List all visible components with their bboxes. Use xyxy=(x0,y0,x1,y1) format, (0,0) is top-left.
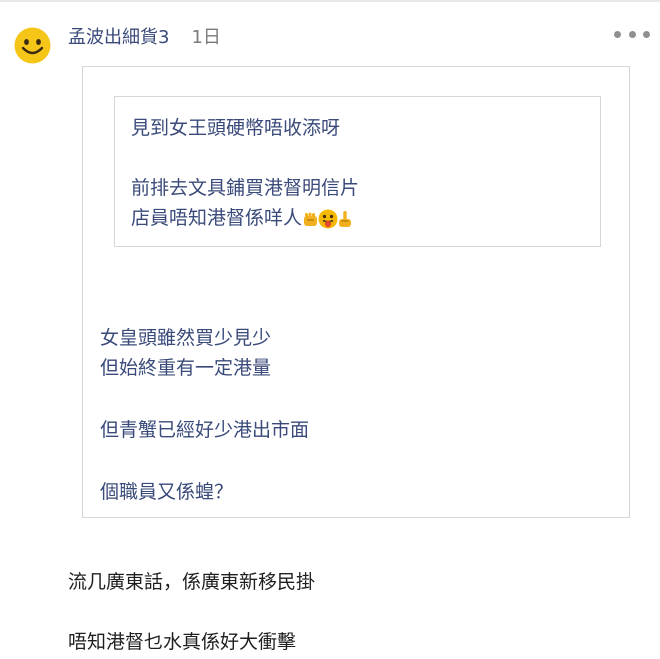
more-options-icon[interactable] xyxy=(614,27,650,41)
nested-quote-text: 店員唔知港督係咩人 xyxy=(131,207,303,229)
middle-finger-icon xyxy=(339,211,352,227)
dot xyxy=(628,30,636,38)
quote-line: 個職員又係蝗？ xyxy=(100,481,234,503)
reply-text-line: 流几廣東話，係廣東新移民掛 xyxy=(68,571,316,593)
tongue-out-face-icon xyxy=(318,209,338,229)
quote-line: 但青蟹已經好少港出市面 xyxy=(100,419,310,441)
quote-line: 但始終重有一定港量 xyxy=(100,357,272,379)
nested-quote-line-with-emoji: 店員唔知港督係咩人 xyxy=(131,206,352,230)
top-divider xyxy=(0,0,660,2)
fist-icon xyxy=(304,212,318,226)
quote-line: 女皇頭雖然買少見少 xyxy=(100,327,272,349)
dot xyxy=(614,30,621,38)
post-timestamp: 1日 xyxy=(191,27,221,48)
nested-quote-line: 見到女王頭硬幣唔收添呀 xyxy=(131,117,341,139)
nested-quote-line: 前排去文具鋪買港督明信片 xyxy=(131,177,360,199)
reply-text-line: 唔知港督乜水真係好大衝擊 xyxy=(68,631,297,653)
smiley-face-icon[interactable] xyxy=(14,27,51,64)
dot xyxy=(643,30,650,38)
emoji-group xyxy=(303,209,352,229)
post-header: 孟波出細貨3 1日 xyxy=(68,22,221,50)
username-link[interactable]: 孟波出細貨3 xyxy=(68,23,169,49)
